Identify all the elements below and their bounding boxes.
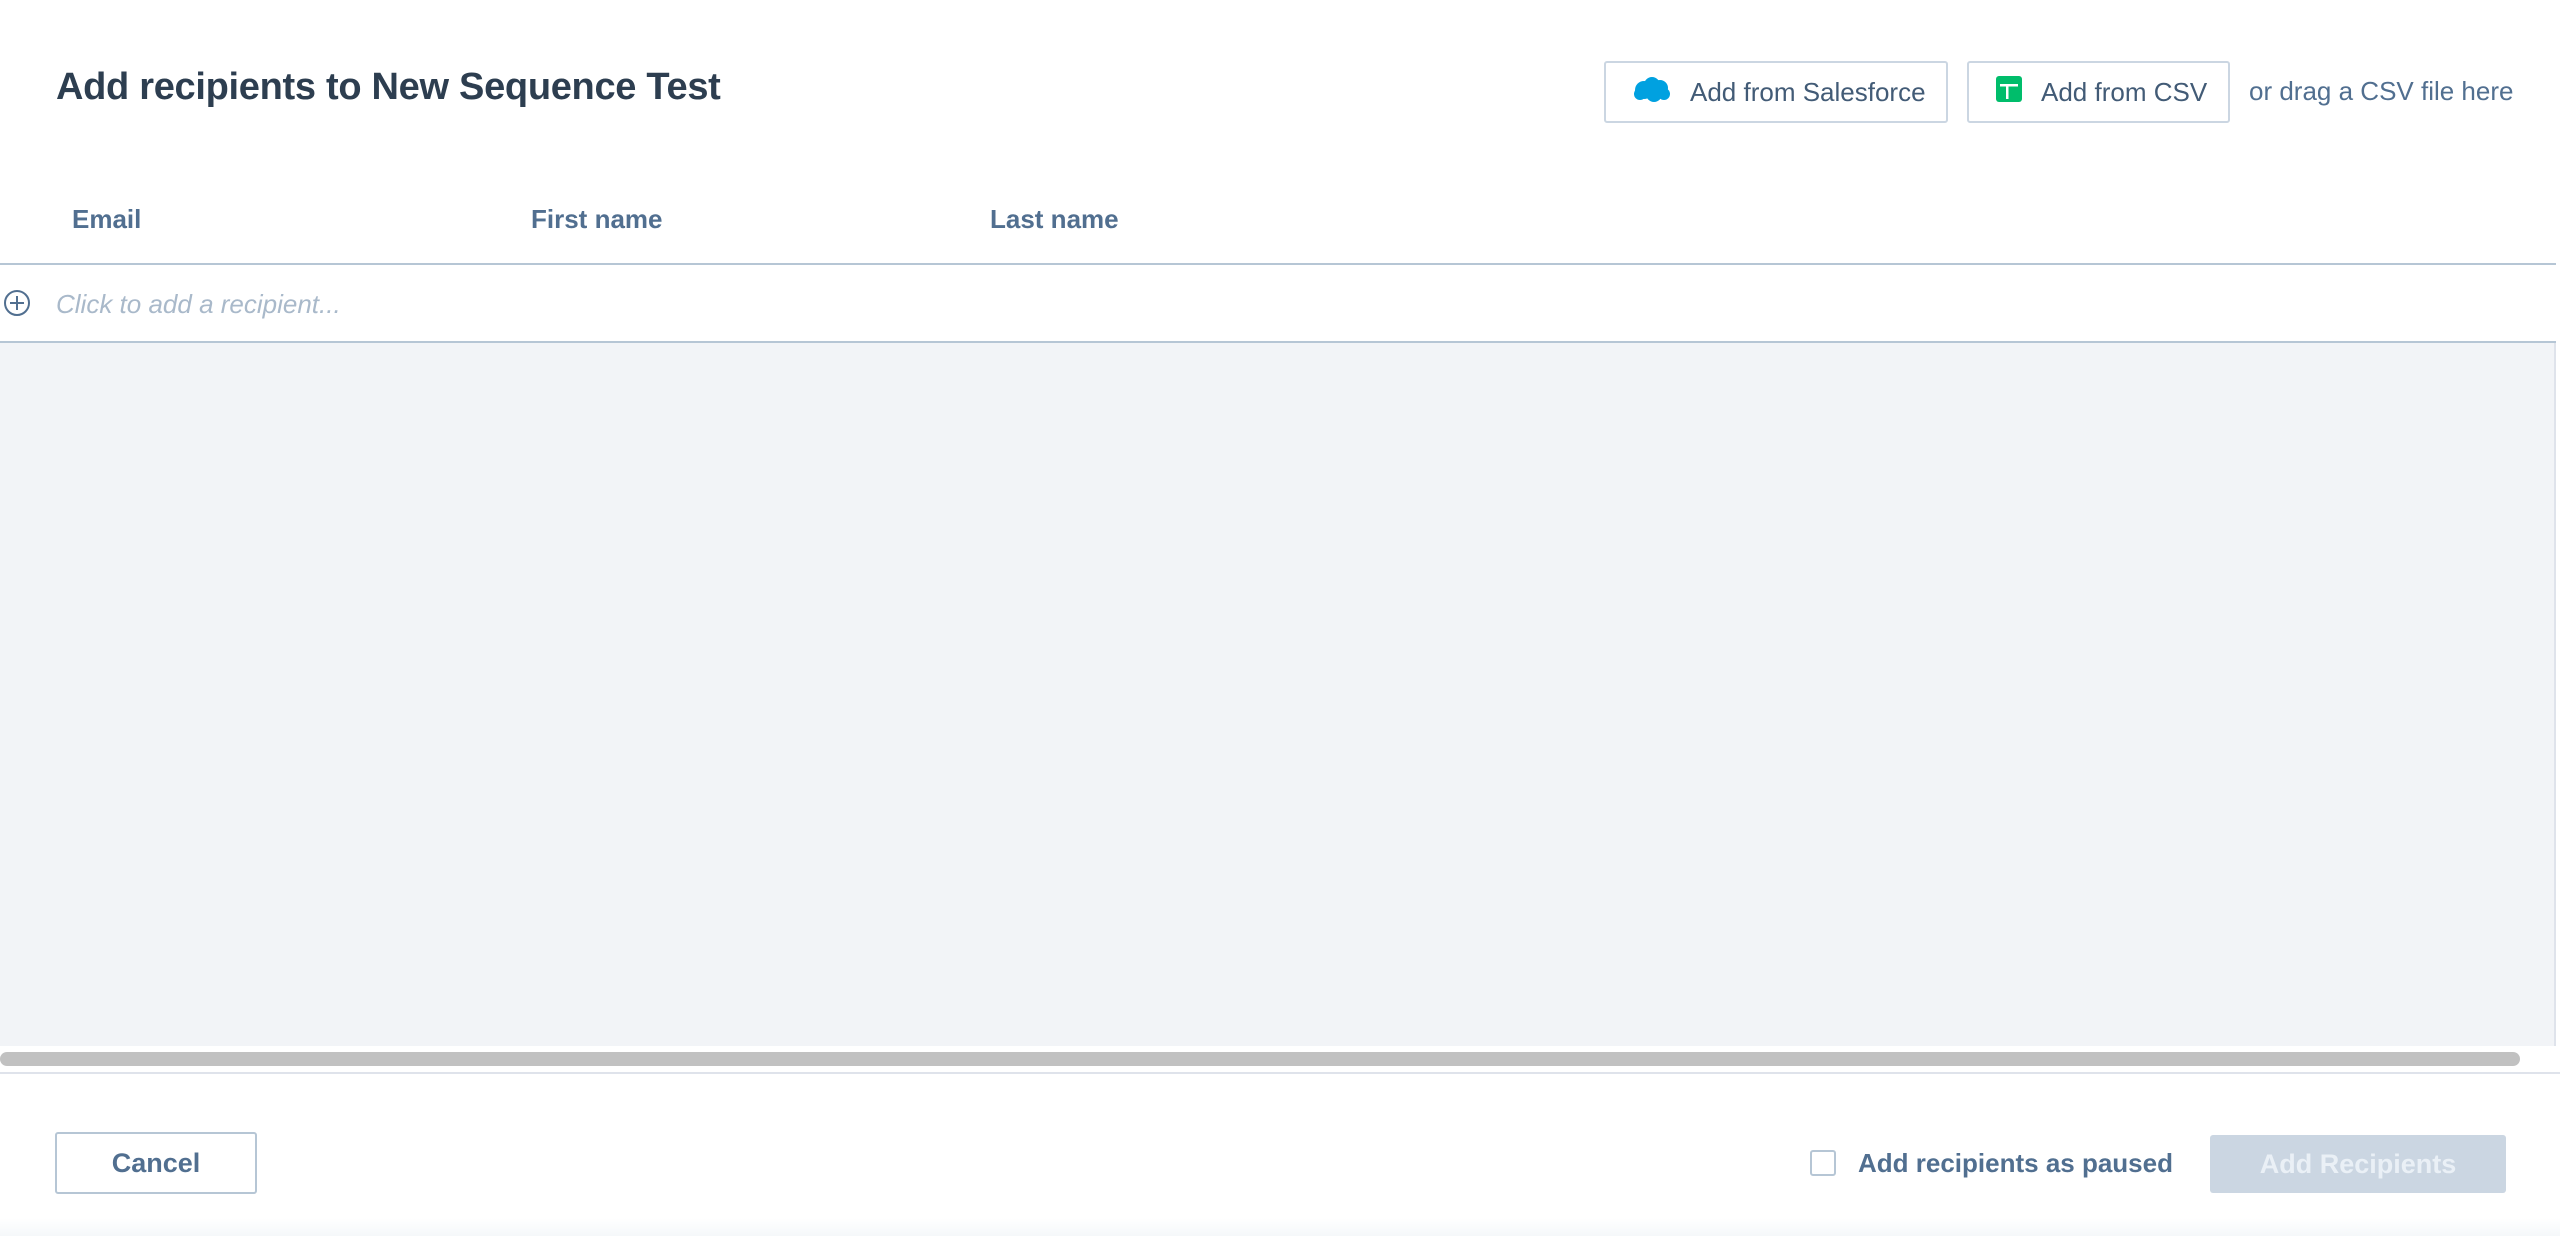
column-header-email[interactable]: Email <box>72 204 141 235</box>
plus-circle-icon[interactable] <box>3 289 31 317</box>
add-from-csv-label: Add from CSV <box>2041 76 2208 107</box>
horizontal-scrollbar-thumb[interactable] <box>0 1052 2520 1066</box>
add-recipients-page: Add recipients to New Sequence Test Add … <box>0 0 2560 1236</box>
sequence-name: New Sequence Test <box>371 66 721 108</box>
add-recipients-button[interactable]: Add Recipients <box>2210 1135 2506 1193</box>
column-header-first-name[interactable]: First name <box>531 204 663 235</box>
add-from-salesforce-label: Add from Salesforce <box>1690 76 1926 107</box>
add-as-paused-option[interactable]: Add recipients as paused <box>1810 1148 2173 1178</box>
add-recipient-row[interactable]: Click to add a recipient... <box>0 265 2556 343</box>
footer-divider <box>0 1072 2560 1074</box>
spreadsheet-icon <box>1995 75 2023 110</box>
add-from-salesforce-button[interactable]: Add from Salesforce <box>1604 61 1948 123</box>
title-prefix: Add recipients to <box>56 66 372 108</box>
add-recipient-placeholder[interactable]: Click to add a recipient... <box>56 289 341 320</box>
column-header-last-name[interactable]: Last name <box>990 204 1119 235</box>
salesforce-cloud-icon <box>1632 75 1672 110</box>
add-from-csv-button[interactable]: Add from CSV <box>1967 61 2230 123</box>
add-as-paused-checkbox[interactable] <box>1810 1150 1836 1176</box>
horizontal-scrollbar[interactable] <box>0 1046 2556 1074</box>
recipients-table: Email First name Last name Click to add … <box>0 180 2556 1046</box>
cancel-button[interactable]: Cancel <box>55 1132 257 1194</box>
page-title: Add recipients to New Sequence Test <box>56 66 721 109</box>
add-as-paused-label[interactable]: Add recipients as paused <box>1858 1148 2173 1179</box>
drag-csv-hint: or drag a CSV file here <box>2249 76 2514 106</box>
bottom-edge <box>0 1218 2560 1236</box>
table-header: Email First name Last name <box>0 180 2556 265</box>
